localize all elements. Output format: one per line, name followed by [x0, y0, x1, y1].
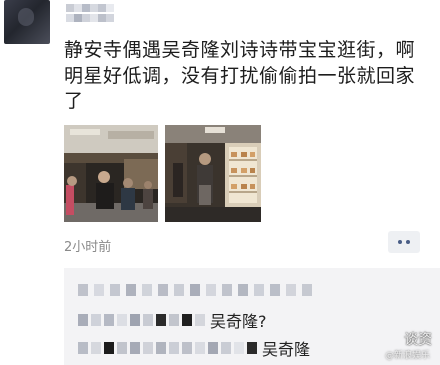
moments-post-screen: 静安寺偶遇吴奇隆刘诗诗带宝宝逛街，啊明星好低调，没有打扰偷偷拍一张就回家了 2小…: [0, 0, 440, 365]
avatar[interactable]: [4, 0, 50, 44]
likes-mosaic: [78, 284, 312, 296]
more-dots-icon[interactable]: [388, 231, 420, 253]
post-photo-2[interactable]: [165, 125, 261, 222]
comment-text: 吴奇隆: [262, 340, 311, 359]
watermark-text: 谈资: [404, 332, 432, 348]
comment-text: 吴奇隆?: [210, 312, 267, 331]
post-time: 2小时前: [64, 240, 112, 255]
post-photo-1[interactable]: [64, 125, 158, 222]
bakery-photo-image: [165, 125, 261, 222]
comments-panel: 吴奇隆? 吴奇隆: [64, 268, 440, 365]
commenter-mosaic: [78, 314, 88, 326]
comment-row-1[interactable]: 吴奇隆?: [78, 310, 267, 331]
commenter-mosaic: [78, 342, 88, 354]
comment-row-2[interactable]: 吴奇隆: [78, 338, 311, 359]
username-mosaic[interactable]: [66, 4, 114, 24]
post-text: 静安寺偶遇吴奇隆刘诗诗带宝宝逛街，啊明星好低调，没有打扰偷偷拍一张就回家了: [64, 39, 416, 112]
street-photo-image: [64, 125, 158, 222]
weibo-logo-icon: @新浪娱乐: [384, 351, 430, 361]
